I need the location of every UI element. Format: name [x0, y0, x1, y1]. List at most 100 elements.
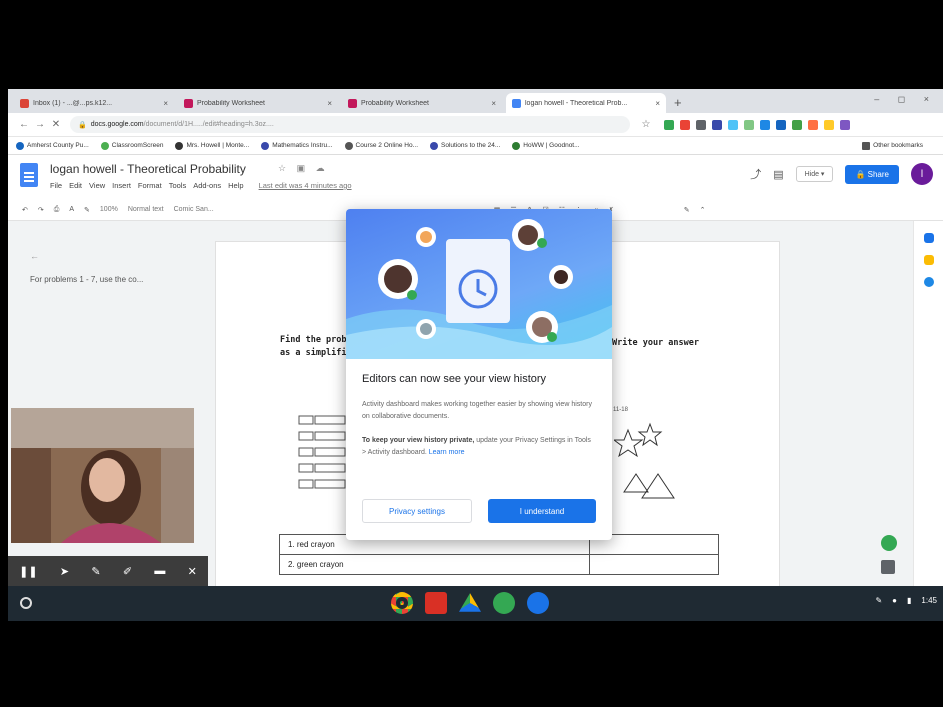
bookmark-item[interactable]: Amherst County Pu... [16, 141, 89, 150]
document-title[interactable]: logan howell - Theoretical Probability [50, 162, 246, 176]
camera-icon[interactable]: ▬ [154, 565, 165, 577]
collapse-icon[interactable]: ⌃ [700, 206, 706, 214]
menu-tools[interactable]: Tools [169, 181, 187, 190]
extension-icon[interactable] [776, 119, 786, 130]
url-input[interactable]: 🔒 docs.google.com /document/d/1H...../ed… [70, 116, 630, 133]
bookmark-item[interactable]: Solutions to the 24... [430, 141, 500, 150]
redo-icon[interactable]: ↷ [38, 206, 44, 214]
style-select[interactable]: Normal text [128, 206, 164, 213]
extension-icon[interactable] [840, 119, 850, 130]
extension-icon[interactable] [760, 119, 770, 130]
play-store-icon[interactable] [493, 592, 515, 614]
bookmark-item[interactable]: ClassroomScreen [100, 141, 163, 150]
extension-icon[interactable] [808, 119, 818, 130]
gmail-icon[interactable] [425, 592, 447, 614]
bookmark-item[interactable]: HoWW | Goodnot... [512, 141, 580, 150]
classroom-icon [348, 98, 357, 108]
pointer-icon[interactable]: ➤ [60, 565, 69, 578]
meet-icon[interactable] [527, 592, 549, 614]
bookmark-item[interactable]: Mathematics Instru... [261, 141, 333, 150]
other-bookmarks[interactable]: Other bookmarks [862, 141, 923, 150]
url-path: /document/d/1H...../edit#heading=h.3oz..… [143, 121, 274, 128]
extension-icon[interactable] [680, 119, 690, 130]
gmail-icon [20, 98, 29, 108]
close-icon[interactable]: × [655, 99, 660, 108]
paint-format-icon[interactable]: ✎ [84, 206, 90, 214]
pause-icon[interactable]: ❚❚ [19, 565, 37, 578]
extension-icon[interactable] [664, 119, 674, 130]
star-move-icons[interactable]: ☆ ▣ ☁ [278, 163, 329, 174]
side-panel [913, 221, 943, 586]
tab-probability-worksheet-1[interactable]: Probability Worksheet × [178, 93, 338, 113]
learn-more-link[interactable]: Learn more [429, 449, 465, 456]
print-icon[interactable]: ⎙ [54, 206, 60, 214]
privacy-settings-button[interactable]: Privacy settings [362, 499, 472, 523]
hide-button[interactable]: Hide ▾ [795, 166, 834, 182]
answer-table: 1. red crayon 2. green crayon [279, 534, 719, 575]
zoom-select[interactable]: 100% [100, 206, 118, 213]
extension-icon[interactable] [744, 119, 754, 130]
chromeos-screen: Inbox (1) - ...@...ps.k12... × Probabili… [8, 89, 943, 621]
expand-panel-icon[interactable] [881, 560, 895, 574]
spellcheck-icon[interactable]: A [69, 206, 74, 213]
calendar-icon[interactable] [923, 233, 934, 243]
extension-icon[interactable] [792, 119, 802, 130]
back-icon[interactable]: ← [16, 119, 32, 130]
undo-icon[interactable]: ↶ [22, 206, 28, 214]
extension-icon[interactable] [696, 119, 706, 130]
bookmark-item[interactable]: Mrs. Howell | Monte... [175, 141, 250, 150]
new-tab-button[interactable]: + [674, 95, 682, 110]
window-controls[interactable]: – ◻ × [874, 94, 937, 105]
menu-file[interactable]: File [50, 181, 62, 190]
extension-icon[interactable] [824, 119, 834, 130]
bookmarks-bar: Amherst County Pu... ClassroomScreen Mrs… [8, 137, 943, 155]
close-icon[interactable]: × [491, 99, 496, 108]
highlighter-icon[interactable]: ✐ [123, 565, 132, 578]
extension-icon[interactable] [728, 119, 738, 130]
last-edit-link[interactable]: Last edit was 4 minutes ago [259, 181, 352, 190]
tab-theoretical-probability[interactable]: logan howell - Theoretical Prob... × [506, 93, 666, 113]
menu-format[interactable]: Format [138, 181, 162, 190]
chrome-icon[interactable] [391, 592, 413, 614]
menu-help[interactable]: Help [228, 181, 243, 190]
wifi-icon: ● [892, 596, 898, 605]
close-icon[interactable]: ✕ [188, 565, 197, 578]
tab-probability-worksheet-2[interactable]: Probability Worksheet × [342, 93, 502, 113]
launcher-icon[interactable] [20, 597, 32, 609]
forward-icon[interactable]: → [32, 119, 48, 130]
drive-icon[interactable] [459, 593, 481, 612]
i-understand-button[interactable]: I understand [488, 499, 596, 523]
avatar[interactable]: l [911, 163, 933, 185]
table-cell[interactable]: 2. green crayon [279, 554, 590, 575]
keep-icon[interactable] [923, 255, 934, 265]
comments-icon[interactable]: ▤ [773, 168, 783, 181]
bookmark-item[interactable]: Course 2 Online Ho... [344, 141, 418, 150]
menu-addons[interactable]: Add-ons [193, 181, 221, 190]
docs-icon [512, 98, 521, 108]
pen-icon[interactable]: ✎ [91, 565, 100, 578]
tasks-icon[interactable] [923, 277, 934, 287]
menu-view[interactable]: View [89, 181, 105, 190]
status-tray[interactable]: ✎ ● ▮ 1:45 [875, 596, 937, 605]
extension-icon[interactable] [712, 119, 722, 130]
star-icon[interactable]: ☆ [638, 119, 654, 130]
close-icon[interactable]: × [327, 99, 332, 108]
address-bar-row: ← → ✕ 🔒 docs.google.com /document/d/1H..… [8, 113, 943, 137]
share-button[interactable]: 🔒 Share [845, 164, 899, 184]
close-icon[interactable]: × [163, 99, 168, 108]
table-cell[interactable] [589, 554, 719, 575]
stylus-icon[interactable]: ✎ [875, 596, 882, 605]
outline-back-icon[interactable]: ← [30, 251, 143, 261]
outline-item[interactable]: For problems 1 - 7, use the co... [30, 275, 143, 284]
menu-edit[interactable]: Edit [69, 181, 82, 190]
bookmark-label: Mrs. Howell | Monte... [186, 142, 250, 149]
tab-inbox[interactable]: Inbox (1) - ...@...ps.k12... × [14, 93, 174, 113]
docs-logo-icon[interactable] [20, 163, 38, 187]
reload-icon[interactable]: ✕ [48, 119, 64, 130]
share-label: Share [867, 169, 889, 179]
editing-mode-icon[interactable]: ✎ [684, 206, 690, 214]
font-select[interactable]: Comic San... [174, 206, 214, 213]
explore-icon[interactable] [881, 535, 897, 551]
activity-icon[interactable]: ⤴ [750, 166, 761, 182]
menu-insert[interactable]: Insert [112, 181, 131, 190]
